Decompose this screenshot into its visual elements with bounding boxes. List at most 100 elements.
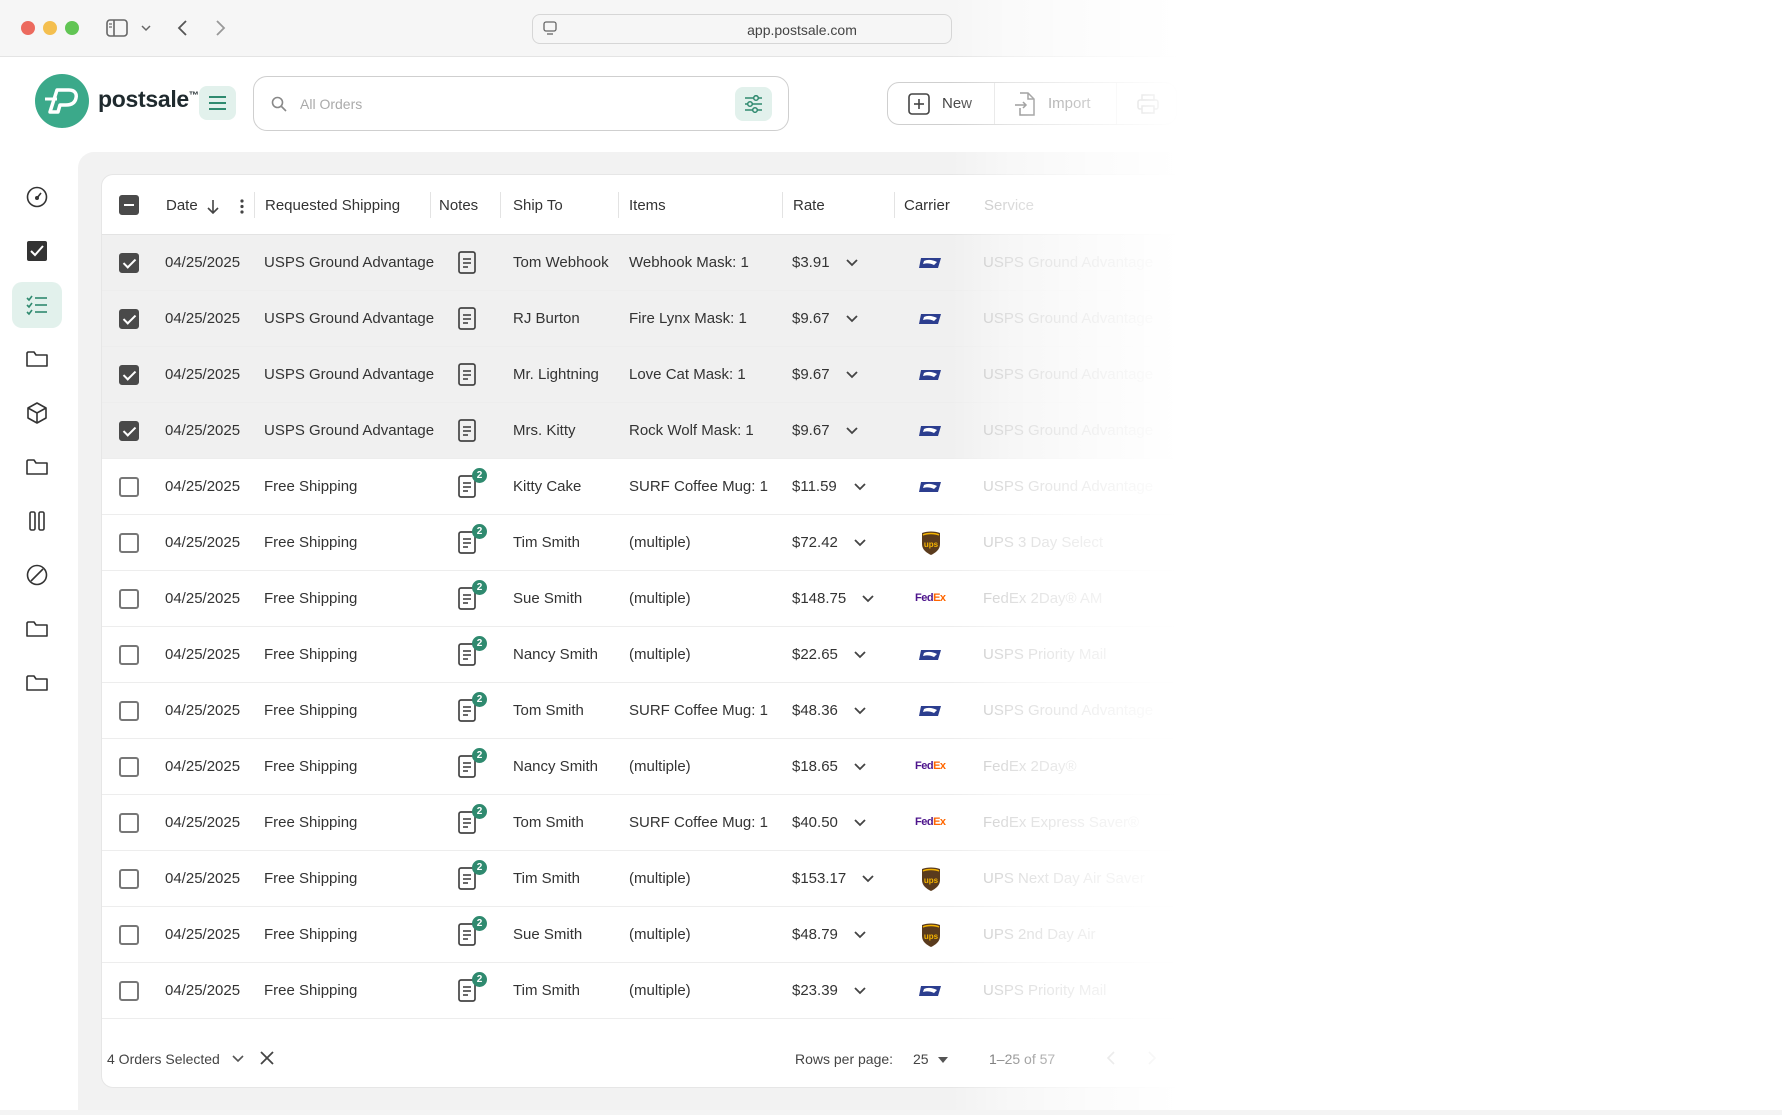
sidebar-item-folder-4[interactable]: [12, 660, 62, 706]
selected-count[interactable]: 4 Orders Selected: [107, 1051, 220, 1067]
table-row[interactable]: 04/25/2025 Free Shipping 2 Nancy Smith (mult…: [102, 739, 1782, 795]
table-row[interactable]: 04/25/2025 USPS Ground Advantage RJ Burton…: [102, 291, 1782, 347]
table-row[interactable]: 04/25/2025 Free Shipping 2 Tim Smith (multip…: [102, 515, 1782, 571]
row-checkbox[interactable]: [119, 869, 139, 889]
rate-dropdown-icon[interactable]: [852, 927, 868, 943]
rows-per-page-select[interactable]: 25: [913, 1051, 929, 1067]
rate-dropdown-icon[interactable]: [852, 703, 868, 719]
sidebar-item-products[interactable]: [12, 390, 62, 436]
sort-descending-icon[interactable]: [206, 199, 220, 214]
clear-selection-icon[interactable]: [260, 1051, 274, 1065]
column-header-notes[interactable]: Notes: [439, 197, 478, 214]
postsale-logo[interactable]: [35, 74, 89, 128]
sidebar-item-columns[interactable]: [12, 498, 62, 544]
rate-dropdown-icon[interactable]: [844, 255, 860, 271]
row-checkbox[interactable]: [119, 645, 139, 665]
close-window-button[interactable]: [21, 21, 35, 35]
column-menu-icon[interactable]: [240, 199, 244, 214]
column-separator[interactable]: [618, 192, 619, 218]
table-row[interactable]: 04/25/2025 Free Shipping 2 Nancy Smith (mult…: [102, 627, 1782, 683]
notes-icon[interactable]: [457, 418, 479, 444]
notes-count-badge: 2: [472, 860, 487, 875]
rate-dropdown-icon[interactable]: [852, 647, 868, 663]
column-header-date[interactable]: Date: [166, 197, 198, 214]
minimize-window-button[interactable]: [43, 21, 57, 35]
print-button[interactable]: [1117, 83, 1177, 124]
rate-dropdown-icon[interactable]: [844, 311, 860, 327]
rate-dropdown-icon[interactable]: [852, 759, 868, 775]
column-separator[interactable]: [500, 192, 501, 218]
column-separator[interactable]: [254, 192, 255, 218]
table-row[interactable]: 04/25/2025 Free Shipping 2 Tim Smith (multip…: [102, 963, 1782, 1019]
table-row[interactable]: 04/25/2025 USPS Ground Advantage Mrs. Kitt…: [102, 403, 1782, 459]
row-checkbox[interactable]: [119, 533, 139, 553]
row-checkbox[interactable]: [119, 421, 139, 441]
search-input[interactable]: All Orders: [300, 96, 362, 112]
row-checkbox[interactable]: [119, 309, 139, 329]
row-checkbox[interactable]: [119, 981, 139, 1001]
rate-dropdown-icon[interactable]: [852, 535, 868, 551]
sidebar-item-folder-3[interactable]: [12, 606, 62, 652]
row-checkbox[interactable]: [119, 477, 139, 497]
table-row[interactable]: 04/25/2025 Free Shipping 2 Tim Smith (multip…: [102, 851, 1782, 907]
chevron-down-icon[interactable]: [141, 24, 151, 32]
address-bar[interactable]: app.postsale.com: [532, 14, 952, 44]
column-header-service[interactable]: Service: [984, 197, 1034, 214]
chevron-down-icon[interactable]: [232, 1055, 244, 1063]
shipping-service: USPS Priority Mail: [983, 982, 1107, 999]
table-row[interactable]: 04/25/2025 USPS Ground Advantage Tom Webho…: [102, 235, 1782, 291]
sidebar-item-orders[interactable]: [12, 282, 62, 328]
notes-icon[interactable]: [457, 250, 479, 276]
previous-page-icon[interactable]: [1107, 1051, 1115, 1065]
row-checkbox[interactable]: [119, 253, 139, 273]
import-button[interactable]: Import: [995, 83, 1117, 124]
filter-button[interactable]: [735, 87, 772, 121]
sidebar-item-blocked[interactable]: [12, 552, 62, 598]
rate-dropdown-icon[interactable]: [852, 815, 868, 831]
row-checkbox[interactable]: [119, 365, 139, 385]
column-header-ship-to[interactable]: Ship To: [513, 197, 563, 214]
zoom-window-button[interactable]: [65, 21, 79, 35]
column-separator[interactable]: [782, 192, 783, 218]
sidebar-item-folder-1[interactable]: [12, 336, 62, 382]
next-page-icon[interactable]: [1148, 1051, 1156, 1065]
column-header-rate[interactable]: Rate: [793, 197, 825, 214]
column-header-requested-shipping[interactable]: Requested Shipping: [265, 197, 400, 214]
row-checkbox[interactable]: [119, 589, 139, 609]
new-button[interactable]: New: [888, 83, 995, 124]
row-checkbox[interactable]: [119, 701, 139, 721]
column-header-items[interactable]: Items: [629, 197, 666, 214]
rate-dropdown-icon[interactable]: [860, 871, 876, 887]
rate-dropdown-icon[interactable]: [852, 983, 868, 999]
forward-arrow-icon[interactable]: [215, 19, 227, 37]
column-separator[interactable]: [430, 192, 431, 218]
notes-icon[interactable]: [457, 362, 479, 388]
menu-button[interactable]: [199, 86, 236, 120]
back-arrow-icon[interactable]: [176, 19, 188, 37]
rate-dropdown-icon[interactable]: [860, 591, 876, 607]
notes-icon[interactable]: [457, 306, 479, 332]
row-checkbox[interactable]: [119, 925, 139, 945]
rate-dropdown-icon[interactable]: [844, 423, 860, 439]
sidebar-item-dashboard[interactable]: [12, 174, 62, 220]
column-separator[interactable]: [894, 192, 895, 218]
rate-dropdown-icon[interactable]: [844, 367, 860, 383]
table-row[interactable]: 04/25/2025 USPS Ground Advantage Mr. Light…: [102, 347, 1782, 403]
sidebar-toggle-icon[interactable]: [106, 19, 128, 37]
table-row[interactable]: 04/25/2025 Free Shipping 2 Sue Smith (multip…: [102, 907, 1782, 963]
folder-icon: [26, 621, 48, 637]
order-search[interactable]: All Orders: [253, 76, 789, 131]
sidebar-item-folder-2[interactable]: [12, 444, 62, 490]
table-row[interactable]: 04/25/2025 Free Shipping 2 Kitty Cake SURF C…: [102, 459, 1782, 515]
table-row[interactable]: 04/25/2025 Free Shipping 2 Tom Smith SURF Co…: [102, 683, 1782, 739]
select-all-checkbox[interactable]: [119, 195, 139, 215]
row-checkbox[interactable]: [119, 813, 139, 833]
rate-dropdown-icon[interactable]: [852, 479, 868, 495]
table-row[interactable]: 04/25/2025 Free Shipping 2 Tom Smith SURF Co…: [102, 795, 1782, 851]
column-header-carrier[interactable]: Carrier: [904, 197, 950, 214]
sidebar-item-tasks[interactable]: [12, 228, 62, 274]
caret-down-icon[interactable]: [938, 1057, 948, 1063]
table-row[interactable]: 04/25/2025 Free Shipping 2 Sue Smith (multip…: [102, 571, 1782, 627]
row-checkbox[interactable]: [119, 757, 139, 777]
order-items: (multiple): [629, 534, 691, 551]
